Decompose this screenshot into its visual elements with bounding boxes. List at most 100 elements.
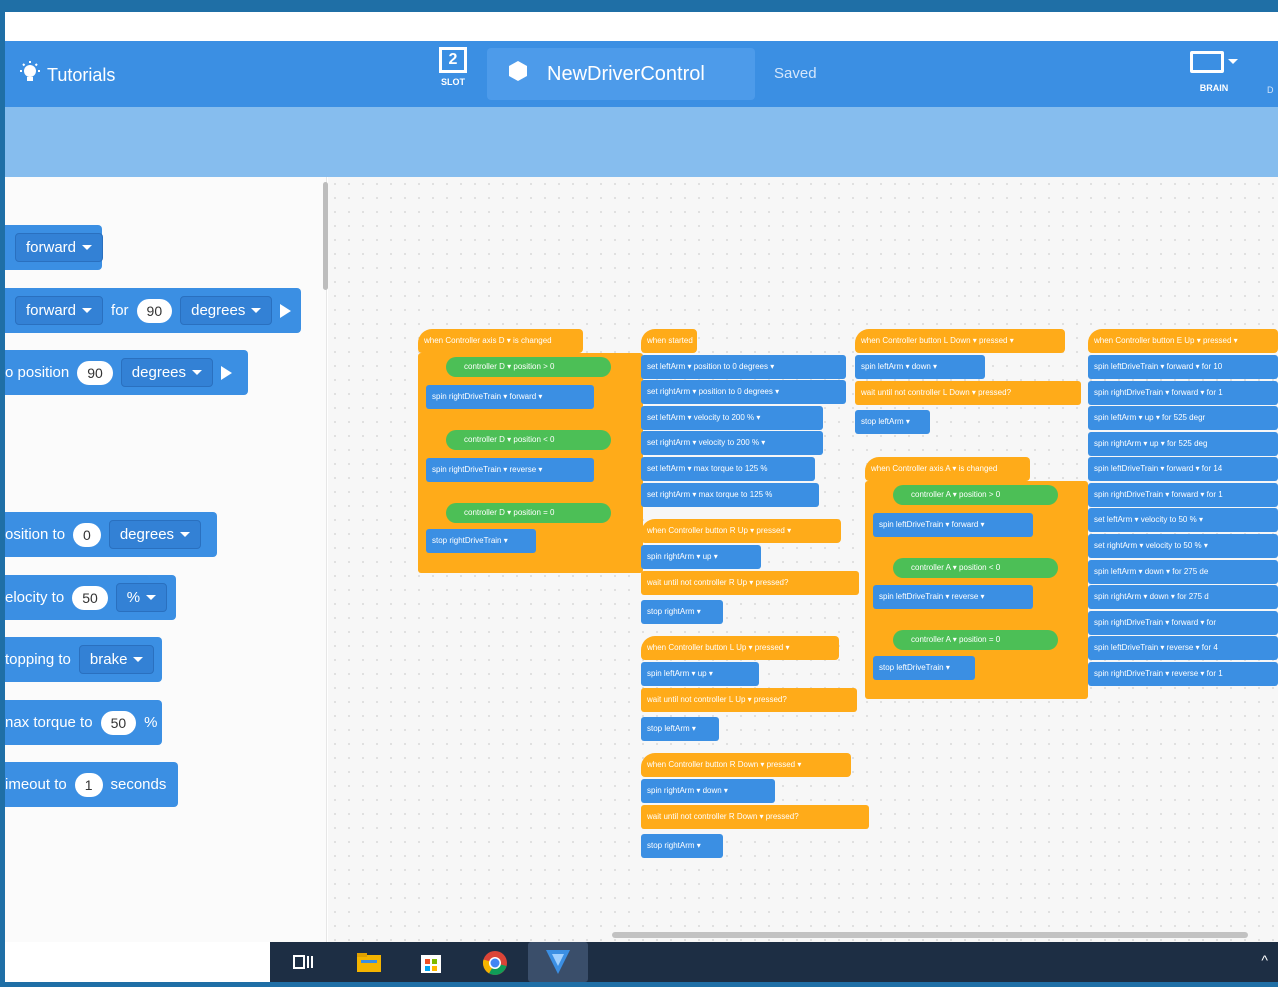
palette-block-spin-to-position[interactable]: o position 90 degrees: [5, 350, 248, 395]
chevron-down-icon: [1228, 58, 1238, 64]
event-hat-block[interactable]: when Controller button L Up ▾ pressed ▾: [641, 636, 839, 660]
play-icon[interactable]: [280, 303, 292, 318]
spin-block[interactable]: spin leftArm ▾ down ▾ for 275 de: [1088, 560, 1278, 584]
amount-input[interactable]: 50: [100, 710, 137, 735]
unit-label: seconds: [110, 776, 167, 793]
spin-block[interactable]: spin rightDriveTrain ▾ forward ▾: [426, 385, 594, 409]
palette-block-set-timeout[interactable]: imeout to 1 seconds: [5, 762, 178, 807]
chevron-down-icon: [251, 308, 262, 313]
unit-dropdown[interactable]: %: [115, 583, 168, 612]
palette-block-set-velocity[interactable]: elocity to 50 %: [5, 575, 176, 620]
set-block[interactable]: set leftArm ▾ velocity to 50 % ▾: [1088, 508, 1278, 532]
direction-dropdown[interactable]: forward: [15, 296, 104, 325]
chevron-down-icon: [82, 245, 93, 250]
brain-button[interactable]: BRAIN: [1189, 51, 1239, 93]
spin-block[interactable]: spin rightDriveTrain ▾ reverse ▾ for 1: [1088, 662, 1278, 686]
event-hat-block[interactable]: when started: [641, 329, 697, 353]
tutorials-button[interactable]: Tutorials: [19, 61, 115, 90]
event-hat-block[interactable]: when Controller axis D ▾ is changed: [418, 329, 583, 353]
condition-block[interactable]: controller A ▾ position > 0: [893, 485, 1058, 505]
stop-block[interactable]: stop leftArm ▾: [855, 410, 930, 434]
spin-block[interactable]: spin rightArm ▾ up ▾: [641, 545, 761, 569]
wait-until-block[interactable]: wait until not controller L Up ▾ pressed…: [641, 688, 857, 712]
condition-block[interactable]: controller A ▾ position = 0: [893, 630, 1058, 650]
stop-block[interactable]: stop rightArm ▾: [641, 600, 723, 624]
spin-block[interactable]: spin rightDriveTrain ▾ forward ▾ for 1: [1088, 483, 1278, 507]
condition-block[interactable]: controller D ▾ position < 0: [446, 430, 611, 450]
spin-block[interactable]: spin rightDriveTrain ▾ forward ▾ for: [1088, 611, 1278, 635]
set-block[interactable]: set rightArm ▾ velocity to 200 % ▾: [641, 431, 823, 455]
stop-block[interactable]: stop rightArm ▾: [641, 834, 723, 858]
event-hat-block[interactable]: when Controller button R Up ▾ pressed ▾: [641, 519, 841, 543]
block-label: topping to: [5, 651, 71, 668]
event-hat-block[interactable]: when Controller axis A ▾ is changed: [865, 457, 1030, 481]
direction-dropdown[interactable]: forward: [15, 233, 104, 262]
spin-block[interactable]: spin leftArm ▾ up ▾: [641, 662, 759, 686]
chevron-up-icon[interactable]: ^: [1261, 952, 1268, 968]
amount-input[interactable]: 90: [77, 360, 113, 385]
condition-block[interactable]: controller D ▾ position > 0: [446, 357, 611, 377]
spin-block[interactable]: spin rightArm ▾ up ▾ for 525 deg: [1088, 432, 1278, 456]
spin-block[interactable]: spin rightDriveTrain ▾ forward ▾ for 1: [1088, 381, 1278, 405]
unit-label: %: [144, 714, 158, 731]
spin-block[interactable]: spin rightArm ▾ down ▾ for 275 d: [1088, 585, 1278, 609]
spin-block[interactable]: spin rightDriveTrain ▾ reverse ▾: [426, 458, 594, 482]
stop-block[interactable]: stop leftArm ▾: [641, 717, 719, 741]
amount-input[interactable]: 0: [73, 522, 101, 547]
set-block[interactable]: set rightArm ▾ max torque to 125 %: [641, 483, 819, 507]
for-label: for: [111, 302, 129, 319]
workspace-scrollbar[interactable]: [612, 932, 1248, 938]
palette-block-set-stopping[interactable]: topping to brake: [5, 637, 162, 682]
set-block[interactable]: set rightArm ▾ position to 0 degrees ▾: [641, 380, 846, 404]
stop-block[interactable]: stop rightDriveTrain ▾: [426, 529, 536, 553]
condition-block[interactable]: controller D ▾ position = 0: [446, 503, 611, 523]
palette-block-spin-for[interactable]: forward for 90 degrees: [5, 288, 301, 333]
spin-block[interactable]: spin leftDriveTrain ▾ reverse ▾ for 4: [1088, 636, 1278, 660]
set-block[interactable]: set leftArm ▾ max torque to 125 %: [641, 457, 815, 481]
wait-until-block[interactable]: wait until not controller R Down ▾ press…: [641, 805, 869, 829]
slot-selector[interactable]: 2 SLOT: [435, 47, 471, 87]
spin-block[interactable]: spin rightArm ▾ down ▾: [641, 779, 775, 803]
spin-block[interactable]: spin leftDriveTrain ▾ forward ▾ for 14: [1088, 457, 1278, 481]
task-view-icon[interactable]: [290, 950, 316, 974]
amount-input[interactable]: 1: [74, 772, 103, 797]
set-block[interactable]: set leftArm ▾ velocity to 200 % ▾: [641, 406, 823, 430]
spin-block[interactable]: spin leftDriveTrain ▾ forward ▾: [873, 513, 1033, 537]
unit-dropdown[interactable]: degrees: [108, 520, 202, 549]
spin-block[interactable]: spin leftDriveTrain ▾ forward ▾ for 10: [1088, 355, 1278, 379]
code-workspace[interactable]: when Controller axis D ▾ is changed spin…: [328, 177, 1278, 942]
palette-block-set-position[interactable]: osition to 0 degrees: [5, 512, 217, 557]
store-icon[interactable]: [418, 950, 444, 974]
mode-dropdown[interactable]: brake: [78, 645, 155, 674]
wait-until-block[interactable]: wait until not controller R Up ▾ pressed…: [641, 571, 859, 595]
slot-label: SLOT: [441, 77, 465, 87]
windows-taskbar: ^: [270, 942, 1278, 982]
spin-block[interactable]: spin leftArm ▾ up ▾ for 525 degr: [1088, 406, 1278, 430]
file-explorer-icon[interactable]: [356, 950, 382, 974]
vexcode-icon[interactable]: [528, 942, 588, 982]
stop-block[interactable]: stop leftDriveTrain ▾: [873, 656, 975, 680]
unit-dropdown[interactable]: degrees: [120, 358, 214, 387]
set-block[interactable]: set leftArm ▾ position to 0 degrees ▾: [641, 355, 846, 379]
palette-block-forward[interactable]: forward: [5, 225, 104, 270]
spin-block[interactable]: spin leftArm ▾ down ▾: [855, 355, 985, 379]
save-status: Saved: [774, 65, 817, 82]
set-block[interactable]: set rightArm ▾ velocity to 50 % ▾: [1088, 534, 1278, 558]
event-hat-block[interactable]: when Controller button E Up ▾ pressed ▾: [1088, 329, 1278, 353]
play-icon[interactable]: [221, 365, 233, 380]
condition-block[interactable]: controller A ▾ position < 0: [893, 558, 1058, 578]
spin-block[interactable]: spin leftDriveTrain ▾ reverse ▾: [873, 585, 1033, 609]
chrome-icon[interactable]: [482, 950, 508, 975]
tutorials-label: Tutorials: [47, 65, 116, 85]
unit-dropdown[interactable]: degrees: [180, 296, 273, 325]
top-toolbar: Tutorials 2 SLOT NewDriverControl Saved …: [5, 41, 1278, 107]
event-hat-block[interactable]: when Controller button L Down ▾ pressed …: [855, 329, 1065, 353]
block-label: elocity to: [5, 589, 65, 606]
amount-input[interactable]: 50: [72, 585, 108, 610]
amount-input[interactable]: 90: [136, 298, 173, 323]
palette-block-set-max-torque[interactable]: nax torque to 50 %: [5, 700, 162, 745]
event-hat-block[interactable]: when Controller button R Down ▾ pressed …: [641, 753, 851, 777]
wait-until-block[interactable]: wait until not controller L Down ▾ press…: [855, 381, 1081, 405]
project-name-field[interactable]: NewDriverControl: [487, 48, 755, 100]
unit-value: degrees: [131, 364, 187, 381]
